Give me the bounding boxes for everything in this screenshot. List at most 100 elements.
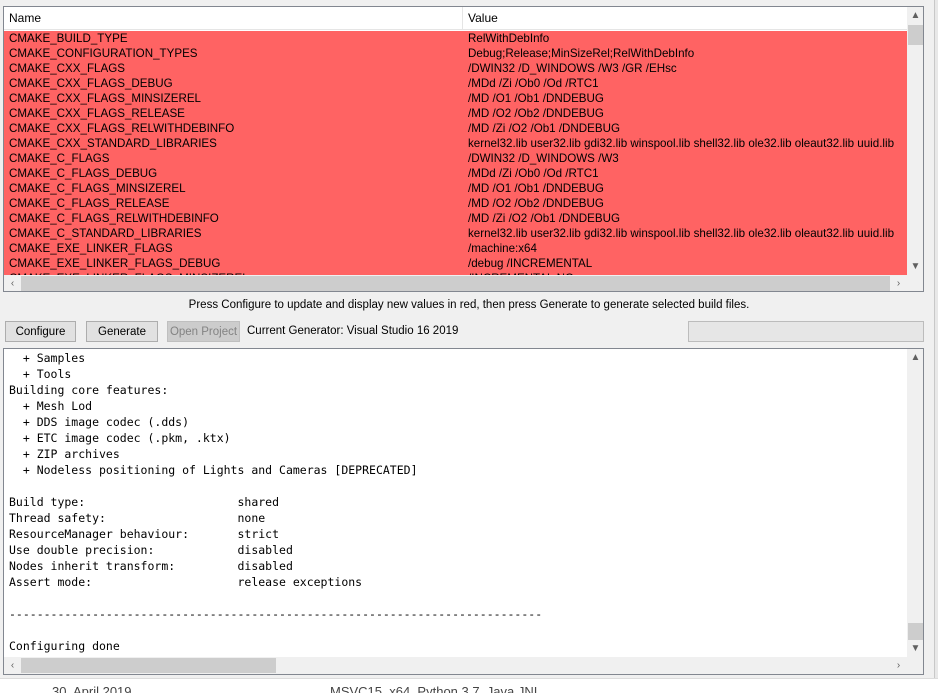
log-line: + ZIP archives <box>9 447 120 461</box>
cache-entry-name[interactable]: CMAKE_C_FLAGS_RELEASE <box>9 196 461 211</box>
cache-entry-value[interactable]: /DWIN32 /D_WINDOWS /W3 /GR /EHsc <box>468 61 906 76</box>
table-row[interactable]: CMAKE_EXE_LINKER_FLAGS/machine:x64 <box>4 241 907 256</box>
cache-entry-name[interactable]: CMAKE_EXE_LINKER_FLAGS <box>9 241 461 256</box>
scroll-right-icon[interactable]: › <box>890 275 907 291</box>
cache-entry-value[interactable]: Debug;Release;MinSizeRel;RelWithDebInfo <box>468 46 906 61</box>
cache-entry-value[interactable]: /MDd /Zi /Ob0 /Od /RTC1 <box>468 166 906 181</box>
cache-entry-value[interactable]: /DWIN32 /D_WINDOWS /W3 <box>468 151 906 166</box>
cache-entry-value[interactable]: /MD /Zi /O2 /Ob1 /DNDEBUG <box>468 121 906 136</box>
table-row[interactable]: CMAKE_EXE_LINKER_FLAGS_DEBUG/debug /INCR… <box>4 256 907 271</box>
cache-entry-value[interactable]: /MD /O2 /Ob2 /DNDEBUG <box>468 106 906 121</box>
table-row[interactable]: CMAKE_CXX_FLAGS_MINSIZEREL/MD /O1 /Ob1 /… <box>4 91 907 106</box>
log-horizontal-scrollbar[interactable]: ‹ › <box>4 657 907 674</box>
log-line: + Samples <box>9 351 86 365</box>
log-line: + Nodeless positioning of Lights and Cam… <box>9 463 418 477</box>
table-row[interactable]: CMAKE_CXX_FLAGS/DWIN32 /D_WINDOWS /W3 /G… <box>4 61 907 76</box>
scroll-thumb[interactable] <box>21 276 890 291</box>
cache-entry-name[interactable]: CMAKE_C_FLAGS_RELWITHDEBINFO <box>9 211 461 226</box>
cache-entry-name[interactable]: CMAKE_EXE_LINKER_FLAGS_DEBUG <box>9 256 461 271</box>
column-header-name[interactable]: Name <box>4 7 463 30</box>
output-log[interactable]: + Samples + Tools Building core features:… <box>3 348 924 675</box>
table-horizontal-scrollbar[interactable]: ‹ › <box>4 275 907 291</box>
table-row[interactable]: CMAKE_CONFIGURATION_TYPES Debug;Release;M… <box>4 46 907 61</box>
table-row[interactable]: CMAKE_C_STANDARD_LIBRARIES kernel32.lib u… <box>4 226 907 241</box>
cache-entry-name[interactable]: CMAKE_CXX_FLAGS <box>9 61 461 76</box>
scroll-up-icon[interactable]: ▲ <box>907 7 923 24</box>
table-row[interactable]: CMAKE_C_FLAGS_DEBUG/MDd /Zi /Ob0 /Od /RT… <box>4 166 907 181</box>
cache-entry-value[interactable]: RelWithDebInfo <box>468 31 906 46</box>
log-line: Configuring done <box>9 639 120 653</box>
cache-entry-name[interactable]: CMAKE_CONFIGURATION_TYPES <box>9 46 461 61</box>
cache-entry-name[interactable]: CMAKE_CXX_FLAGS_MINSIZEREL <box>9 91 461 106</box>
column-header-value[interactable]: Value <box>463 7 907 30</box>
scroll-thumb[interactable] <box>908 25 923 45</box>
cache-entry-name[interactable]: CMAKE_C_FLAGS_MINSIZEREL <box>9 181 461 196</box>
log-line: + Tools <box>9 367 72 381</box>
cache-table[interactable]: Name Value CMAKE_BUILD_TYPE RelWithDebInf… <box>3 6 924 292</box>
open-project-button[interactable]: Open Project <box>167 321 240 342</box>
scroll-down-icon[interactable]: ▼ <box>907 258 923 275</box>
log-line: Assert mode: release exceptions <box>9 575 363 589</box>
log-vertical-scrollbar[interactable]: ▲ ▼ <box>907 349 923 657</box>
configure-button[interactable]: Configure <box>5 321 76 342</box>
scroll-thumb[interactable] <box>21 658 276 673</box>
background-window: 30. April 2019 MSVC15, x64, Python 3.7, … <box>0 678 938 693</box>
log-line: Nodes inherit transform: disabled <box>9 559 293 573</box>
window-border <box>934 0 938 678</box>
cache-entry-name[interactable]: CMAKE_CXX_FLAGS_RELWITHDEBINFO <box>9 121 461 136</box>
cache-entry-name[interactable]: CMAKE_C_STANDARD_LIBRARIES <box>9 226 461 241</box>
generate-button[interactable]: Generate <box>86 321 158 342</box>
log-line: ----------------------------------------… <box>9 607 543 621</box>
cache-entry-value[interactable]: /MD /O1 /Ob1 /DNDEBUG <box>468 91 906 106</box>
cache-entry-name[interactable]: CMAKE_CXX_FLAGS_RELEASE <box>9 106 461 121</box>
table-row[interactable]: CMAKE_CXX_FLAGS_RELEASE/MD /O2 /Ob2 /DND… <box>4 106 907 121</box>
cache-entry-value[interactable]: kernel32.lib user32.lib gdi32.lib winspo… <box>468 226 906 241</box>
scrollbar-corner <box>907 275 923 291</box>
cache-entry-name[interactable]: CMAKE_C_FLAGS <box>9 151 461 166</box>
log-line: Thread safety: none <box>9 511 266 525</box>
table-row[interactable]: CMAKE_C_FLAGS_RELEASE/MD /O2 /Ob2 /DNDEB… <box>4 196 907 211</box>
scroll-down-icon[interactable]: ▼ <box>907 640 923 657</box>
table-row[interactable]: CMAKE_CXX_FLAGS_DEBUG/MDd /Zi /Ob0 /Od /… <box>4 76 907 91</box>
table-row[interactable]: CMAKE_CXX_STANDARD_LIBRARIES kernel32.lib… <box>4 136 907 151</box>
scrollbar-corner <box>907 657 923 674</box>
cache-entry-value[interactable]: kernel32.lib user32.lib gdi32.lib winspo… <box>468 136 906 151</box>
cache-entry-value[interactable]: /MD /O2 /Ob2 /DNDEBUG <box>468 196 906 211</box>
log-text[interactable]: + Samples + Tools Building core features:… <box>9 350 907 656</box>
cache-entry-name[interactable]: CMAKE_C_FLAGS_DEBUG <box>9 166 461 181</box>
cache-entry-name[interactable]: CMAKE_CXX_FLAGS_DEBUG <box>9 76 461 91</box>
progress-bar <box>688 321 924 342</box>
table-vertical-scrollbar[interactable]: ▲ ▼ <box>907 7 923 275</box>
log-line: + Mesh Lod <box>9 399 93 413</box>
cache-entry-value[interactable]: /MD /O1 /Ob1 /DNDEBUG <box>468 181 906 196</box>
log-line: Building core features: <box>9 383 169 397</box>
cache-entry-value[interactable]: /MDd /Zi /Ob0 /Od /RTC1 <box>468 76 906 91</box>
current-generator-label: Current Generator: Visual Studio 16 2019 <box>247 325 459 337</box>
table-row[interactable]: CMAKE_CXX_FLAGS_RELWITHDEBINFO/MD /Zi /O… <box>4 121 907 136</box>
table-body: CMAKE_BUILD_TYPE RelWithDebInfo CMAKE_CONF… <box>4 31 907 275</box>
scroll-thumb[interactable] <box>908 623 923 640</box>
log-line: + DDS image codec (.dds) <box>9 415 190 429</box>
table-row[interactable]: CMAKE_C_FLAGS_MINSIZEREL/MD /O1 /Ob1 /DN… <box>4 181 907 196</box>
cache-entry-value[interactable]: /MD /Zi /O2 /Ob1 /DNDEBUG <box>468 211 906 226</box>
scroll-left-icon[interactable]: ‹ <box>4 657 21 674</box>
cache-entry-value[interactable]: /machine:x64 <box>468 241 906 256</box>
background-date-text: 30. April 2019 <box>52 684 132 693</box>
table-row[interactable]: CMAKE_BUILD_TYPE RelWithDebInfo <box>4 31 907 46</box>
background-info-text: MSVC15, x64, Python 3.7, Java JNI <box>330 684 538 693</box>
table-row[interactable]: CMAKE_C_FLAGS/DWIN32 /D_WINDOWS /W3 <box>4 151 907 166</box>
log-line: + ETC image codec (.pkm, .ktx) <box>9 431 231 445</box>
table-header: Name Value <box>4 7 907 30</box>
cache-entry-name[interactable]: CMAKE_CXX_STANDARD_LIBRARIES <box>9 136 461 151</box>
scroll-right-icon[interactable]: › <box>890 657 907 674</box>
scroll-left-icon[interactable]: ‹ <box>4 275 21 291</box>
cache-entry-value[interactable]: /debug /INCREMENTAL <box>468 256 906 271</box>
scroll-up-icon[interactable]: ▲ <box>907 349 923 366</box>
cache-entry-name[interactable]: CMAKE_BUILD_TYPE <box>9 31 461 46</box>
log-line: Build type: shared <box>9 495 280 509</box>
log-line: ResourceManager behaviour: strict <box>9 527 280 541</box>
table-row[interactable]: CMAKE_C_FLAGS_RELWITHDEBINFO/MD /Zi /O2 … <box>4 211 907 226</box>
